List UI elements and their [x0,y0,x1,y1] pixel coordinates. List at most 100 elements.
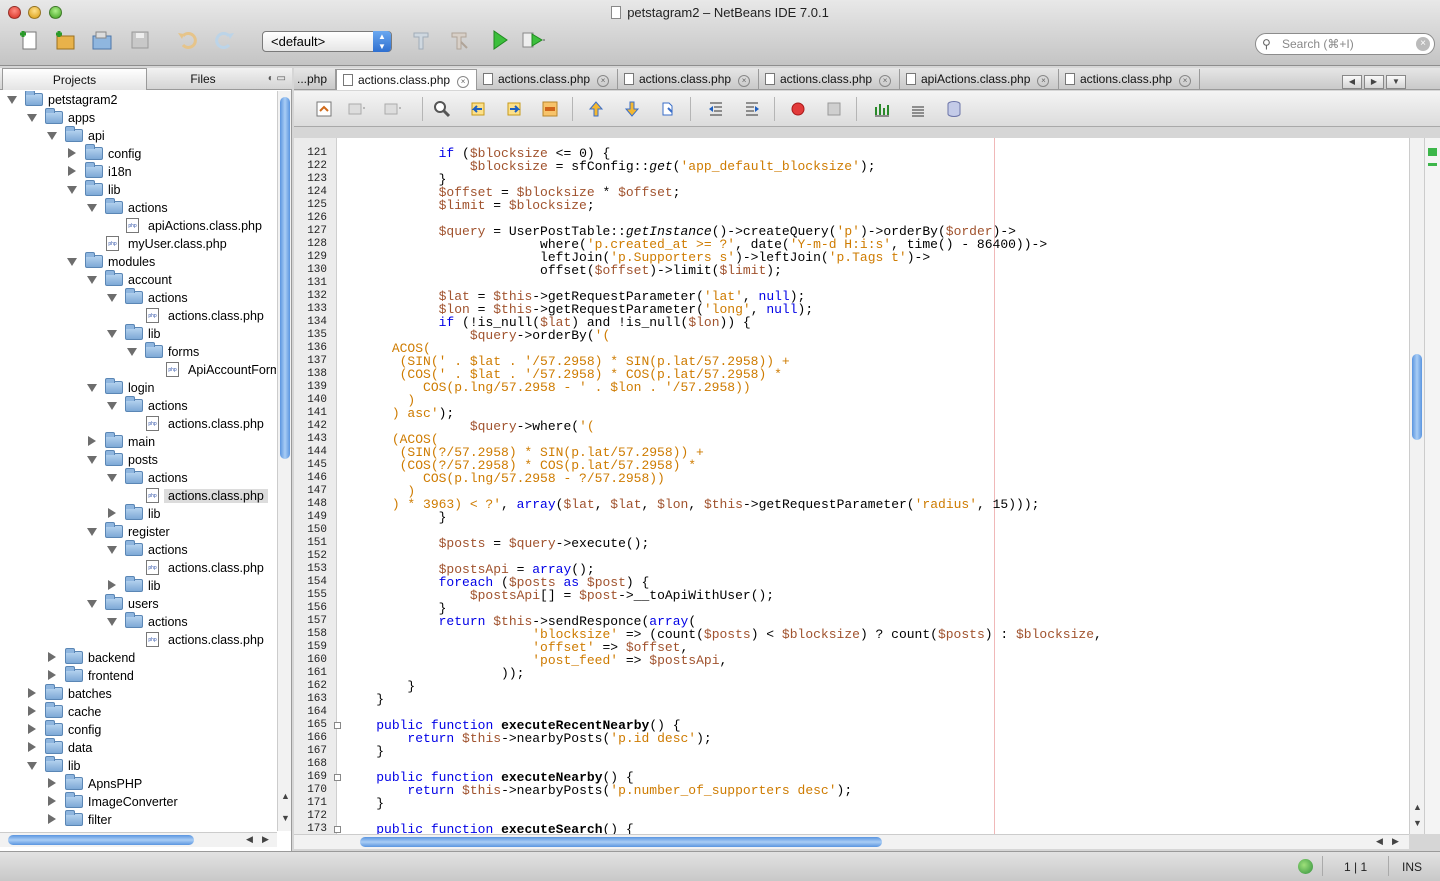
configuration-select[interactable]: <default> ▲ ▼ [262,31,392,52]
tree-folder[interactable]: actions [0,612,276,631]
tree-folder[interactable]: api [0,126,276,145]
expanded-triangle-icon[interactable] [87,600,97,608]
tree-folder[interactable]: posts [0,450,276,469]
tree-file[interactable]: php actions.class.php [0,631,276,649]
expanded-triangle-icon[interactable] [87,384,97,392]
expanded-triangle-icon[interactable] [67,258,77,266]
tree-folder[interactable]: config [0,720,276,739]
close-tab-icon[interactable]: × [457,76,470,88]
close-tab-icon[interactable]: × [597,75,610,87]
close-tab-icon[interactable]: × [1179,75,1192,87]
tree-folder[interactable]: login [0,378,276,397]
tree-folder[interactable]: actions [0,468,276,487]
collapsed-triangle-icon[interactable] [28,742,36,752]
scroll-right-icon[interactable]: ▶ [1392,836,1399,847]
uncomment-icon[interactable] [908,99,928,119]
find-next-icon[interactable] [504,99,524,119]
editor-tab[interactable]: actions.class.php × [336,69,477,90]
tab-scroll-right-icon[interactable]: ▶ [1364,75,1384,89]
expanded-triangle-icon[interactable] [67,186,77,194]
editor-tab[interactable]: actions.class.php × [759,69,900,90]
expanded-triangle-icon[interactable] [87,276,97,284]
expanded-triangle-icon[interactable] [107,294,117,302]
tree-file[interactable]: php apiActions.class.php [0,217,276,235]
expanded-triangle-icon[interactable] [87,456,97,464]
expanded-triangle-icon[interactable] [107,546,117,554]
shift-left-icon[interactable] [706,99,726,119]
tree-folder[interactable]: modules [0,252,276,271]
tree-folder[interactable]: actions [0,540,276,559]
expanded-triangle-icon[interactable] [27,114,37,122]
scroll-right-icon[interactable]: ▶ [262,834,269,845]
tree-folder[interactable]: frontend [0,666,276,685]
comment-icon[interactable] [872,99,892,119]
tree-folder[interactable]: ApnsPHP [0,774,276,793]
tree-folder[interactable]: apps [0,108,276,127]
tree-folder[interactable]: lib [0,756,276,775]
expanded-triangle-icon[interactable] [87,204,97,212]
expanded-triangle-icon[interactable] [107,402,117,410]
scroll-left-icon[interactable]: ◀ [1376,836,1383,847]
collapsed-triangle-icon[interactable] [48,796,56,806]
tree-folder[interactable]: cache [0,702,276,721]
scroll-down-icon[interactable]: ▼ [281,813,290,823]
editor-tab[interactable]: ...php [294,69,336,90]
collapsed-triangle-icon[interactable] [48,814,56,824]
scroll-up-icon[interactable]: ▲ [281,791,290,801]
forward-icon[interactable] [382,99,402,119]
expanded-triangle-icon[interactable] [27,762,37,770]
collapsed-triangle-icon[interactable] [28,724,36,734]
build-icon[interactable] [408,27,434,53]
tree-folder[interactable]: data [0,738,276,757]
scroll-thumb[interactable] [360,837,882,847]
tree-folder[interactable]: ImageConverter [0,792,276,811]
editor-horizontal-scrollbar[interactable]: ◀ ▶ [294,834,1409,849]
tree-folder[interactable]: users [0,594,276,613]
scroll-left-icon[interactable]: ◀ [246,834,253,845]
editor-tab[interactable]: apiActions.class.php × [900,69,1059,90]
tree-folder[interactable]: lib [0,504,276,523]
open-project-icon[interactable] [89,27,115,53]
run-icon[interactable] [486,27,512,53]
toggle-highlight-icon[interactable] [540,99,560,119]
scroll-thumb[interactable] [8,835,194,845]
editor-tab[interactable]: actions.class.php × [1059,69,1200,90]
collapsed-triangle-icon[interactable] [48,652,56,662]
next-bookmark-icon[interactable] [622,99,642,119]
tree-folder[interactable]: lib [0,576,276,595]
expanded-triangle-icon[interactable] [107,618,117,626]
close-tab-icon[interactable]: × [879,75,892,87]
tree-horizontal-scrollbar[interactable]: ◀ ▶ [0,832,277,847]
tree-file[interactable]: php myUser.class.php [0,235,276,253]
expanded-triangle-icon[interactable] [107,474,117,482]
tree-vertical-scrollbar[interactable]: ▲ ▼ [277,91,291,831]
fold-toggle-icon[interactable] [334,774,341,781]
tree-folder[interactable]: account [0,270,276,289]
stop-macro-recording-icon[interactable] [824,99,844,119]
expanded-triangle-icon[interactable] [107,330,117,338]
tree-folder[interactable]: actions [0,288,276,307]
tree-file[interactable]: php actions.class.php [0,415,276,433]
editor-tab[interactable]: actions.class.php × [477,69,618,90]
previous-bookmark-icon[interactable] [586,99,606,119]
tree-folder[interactable]: register [0,522,276,541]
tree-folder[interactable]: actions [0,198,276,217]
collapsed-triangle-icon[interactable] [48,778,56,788]
tree-file[interactable]: php actions.class.php [0,307,276,325]
clean-build-icon[interactable] [446,27,472,53]
scroll-up-icon[interactable]: ▲ [1413,802,1422,812]
new-project-icon[interactable] [52,27,78,53]
collapsed-triangle-icon[interactable] [68,166,76,176]
start-macro-recording-icon[interactable] [788,99,808,119]
scroll-thumb[interactable] [280,97,290,459]
tab-list-icon[interactable]: ▼ [1386,75,1406,89]
tree-folder[interactable]: filter [0,810,276,829]
toggle-bookmark-icon[interactable] [658,99,678,119]
tree-folder[interactable]: forms [0,342,276,361]
undo-icon[interactable] [174,27,200,53]
last-edit-icon[interactable] [314,99,334,119]
collapsed-triangle-icon[interactable] [28,706,36,716]
scroll-down-icon[interactable]: ▼ [1413,818,1422,828]
search-input[interactable]: ⚲ Search (⌘+I) × [1255,33,1435,55]
panel-controls-icon[interactable]: ◐ ▭ [268,73,286,84]
